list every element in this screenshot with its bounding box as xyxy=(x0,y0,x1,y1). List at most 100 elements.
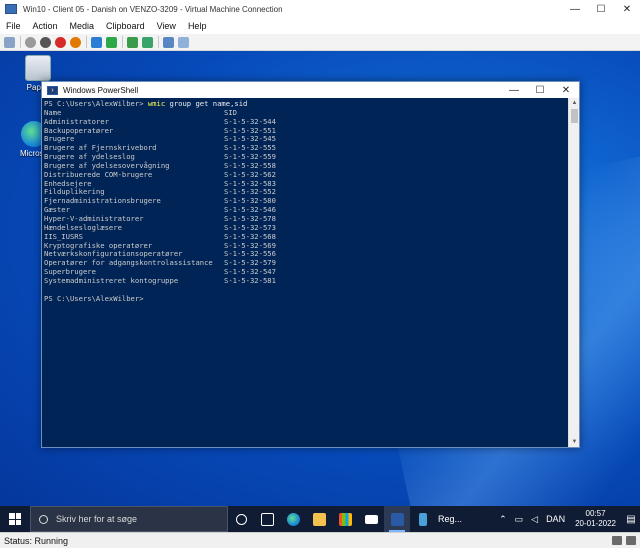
folder-icon xyxy=(312,512,326,526)
powershell-window: › Windows PowerShell — ☐ ✕ PS C:\Users\A… xyxy=(41,81,580,448)
vm-menubar: File Action Media Clipboard View Help xyxy=(0,18,640,34)
output-row: Operatører for adgangskontrolassistance S… xyxy=(44,258,569,268)
taskbar-regedit[interactable] xyxy=(410,506,436,532)
final-prompt: PS C:\Users\AlexWilber> xyxy=(44,293,144,303)
vm-status-text: Status: Running xyxy=(4,535,69,546)
search-placeholder: Skriv her for at søge xyxy=(56,514,138,524)
edge-icon xyxy=(286,512,300,526)
lock-icon xyxy=(626,536,636,545)
revert-icon[interactable] xyxy=(142,36,153,48)
menu-action[interactable]: Action xyxy=(33,21,58,31)
cortana-circle-icon xyxy=(235,513,247,525)
ps-close-button[interactable]: ✕ xyxy=(553,82,579,98)
output-row: Hændelsesloglæsere S-1-5-32-573 xyxy=(44,223,569,233)
group-name: Systemadministreret kontogruppe xyxy=(44,275,179,285)
scroll-up-icon[interactable]: ▲ xyxy=(569,98,580,108)
powershell-scrollbar[interactable]: ▲ ▼ xyxy=(568,98,579,447)
prompt-text: PS C:\Users\AlexWilber> xyxy=(44,99,148,108)
powershell-console[interactable]: PS C:\Users\AlexWilber> wmic group get n… xyxy=(42,98,569,447)
command-line: PS C:\Users\AlexWilber> wmic group get n… xyxy=(44,99,569,109)
menu-clipboard[interactable]: Clipboard xyxy=(106,21,145,31)
vm-close-button[interactable]: ✕ xyxy=(614,0,640,18)
turn-off-icon[interactable] xyxy=(40,36,51,48)
toolbar-separator xyxy=(122,36,123,48)
task-view-icon xyxy=(260,512,274,526)
powershell-window-controls: — ☐ ✕ xyxy=(501,82,579,98)
vm-titlebar: Win10 - Client 05 - Danish on VENZO-3209… xyxy=(0,0,640,18)
volume-icon[interactable]: ◁ xyxy=(531,514,538,525)
vm-connection-icon xyxy=(5,4,17,14)
regedit-label[interactable]: Reg... xyxy=(438,514,462,524)
menu-help[interactable]: Help xyxy=(188,21,207,31)
toolbar-separator xyxy=(20,36,21,48)
toolbar-separator xyxy=(86,36,87,48)
vm-maximize-button[interactable]: ☐ xyxy=(588,0,614,18)
output-header: Name SID xyxy=(44,108,569,118)
vm-minimize-button[interactable]: — xyxy=(562,0,588,18)
taskbar-mail[interactable] xyxy=(358,506,384,532)
powershell-icon xyxy=(390,512,404,526)
vm-statusbar: Status: Running xyxy=(0,532,640,548)
command-text: wmic xyxy=(147,99,166,108)
notification-center-icon[interactable]: ▤ xyxy=(622,506,640,532)
vm-toolbar xyxy=(0,34,640,51)
reset-icon[interactable] xyxy=(106,36,117,48)
clock-time: 00:57 xyxy=(585,509,606,518)
taskbar-file-explorer[interactable] xyxy=(306,506,332,532)
ps-minimize-button[interactable]: — xyxy=(501,82,527,98)
output-rows: Administratorer S-1-5-32-544 Backupoperatø… xyxy=(44,117,569,286)
taskbar-store[interactable] xyxy=(332,506,358,532)
powershell-titlebar[interactable]: › Windows PowerShell — ☐ ✕ xyxy=(42,82,579,98)
taskbar: Skriv her for at søge Reg... ⌃ ▭ ◁ DAN 0… xyxy=(0,506,640,532)
recycle-bin-icon xyxy=(25,55,51,81)
powershell-icon: › xyxy=(47,85,58,95)
ps-maximize-button[interactable]: ☐ xyxy=(527,82,553,98)
output-row: Backupoperatører S-1-5-32-551 xyxy=(44,126,569,136)
statusbar-icons xyxy=(608,536,636,545)
scroll-down-icon[interactable]: ▼ xyxy=(569,437,580,447)
system-tray: ⌃ ▭ ◁ DAN 00:57 20-01-2022 ▤ xyxy=(495,506,640,532)
share-icon[interactable] xyxy=(178,36,189,48)
pause-icon[interactable] xyxy=(91,36,102,48)
taskbar-powershell[interactable] xyxy=(384,506,410,532)
output-row: Systemadministreret kontogruppe S-1-5-32-… xyxy=(44,275,569,286)
vm-window-controls: — ☐ ✕ xyxy=(562,0,640,18)
save-state-icon[interactable] xyxy=(70,36,81,48)
store-icon xyxy=(338,512,352,526)
output-row: Distribuerede COM-brugere S-1-5-32-562 xyxy=(44,170,569,180)
mail-icon xyxy=(364,514,378,524)
command-args: group get name,sid xyxy=(165,99,248,108)
vm-window-title: Win10 - Client 05 - Danish on VENZO-3209… xyxy=(23,4,283,14)
output-row: Fjernadministrationsbrugere S-1-5-32-580 xyxy=(44,196,569,206)
ctrl-alt-del-icon[interactable] xyxy=(4,36,15,48)
search-icon xyxy=(39,514,48,524)
vm-desktop: Papirk Microso › Windows PowerShell — ☐ … xyxy=(0,51,640,506)
menu-media[interactable]: Media xyxy=(70,21,95,31)
output-row: Administratorer S-1-5-32-544 xyxy=(44,117,569,127)
start-button[interactable] xyxy=(0,506,30,532)
network-icon[interactable]: ▭ xyxy=(515,514,524,525)
toolbar-separator xyxy=(158,36,159,48)
group-name: Fjernadministrationsbrugere xyxy=(44,196,161,206)
keyboard-icon xyxy=(612,536,622,545)
enhanced-session-icon[interactable] xyxy=(163,36,174,48)
powershell-title: Windows PowerShell xyxy=(63,85,139,95)
clock[interactable]: 00:57 20-01-2022 xyxy=(575,509,616,529)
start-icon[interactable] xyxy=(25,36,36,48)
task-view-button[interactable] xyxy=(254,506,280,532)
language-indicator[interactable]: DAN xyxy=(546,514,565,524)
taskbar-edge[interactable] xyxy=(280,506,306,532)
taskbar-search-box[interactable]: Skriv her for at søge xyxy=(30,506,228,532)
clock-date: 20-01-2022 xyxy=(575,519,616,528)
checkpoint-icon[interactable] xyxy=(127,36,138,48)
output-row: Enhedsejere S-1-5-32-583 xyxy=(44,179,569,189)
menu-file[interactable]: File xyxy=(6,21,21,31)
menu-view[interactable]: View xyxy=(157,21,176,31)
cortana-button[interactable] xyxy=(228,506,254,532)
shutdown-icon[interactable] xyxy=(55,36,66,48)
windows-logo-icon xyxy=(9,513,21,525)
output-row: Hyper-V-administratorer S-1-5-32-578 xyxy=(44,214,569,224)
regedit-icon xyxy=(419,512,427,526)
tray-overflow-chevron-icon[interactable]: ⌃ xyxy=(499,514,507,525)
scroll-thumb[interactable] xyxy=(571,109,578,123)
